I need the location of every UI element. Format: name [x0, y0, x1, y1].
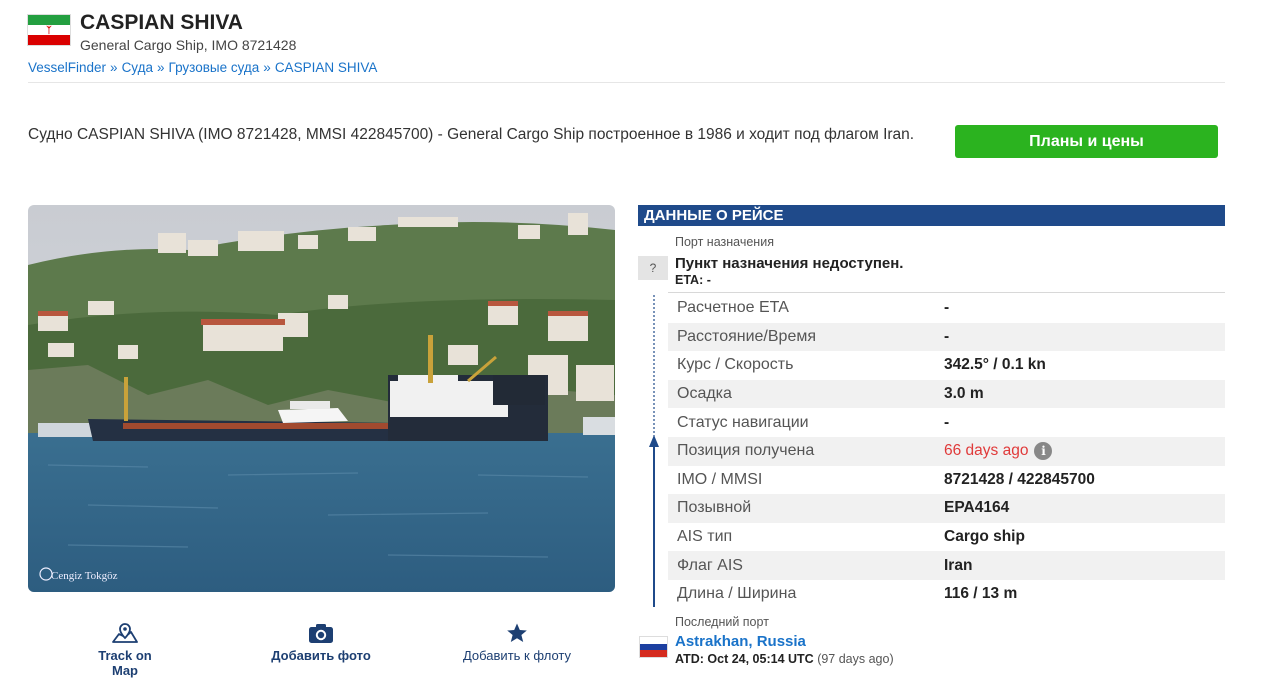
row-value: -	[944, 299, 950, 317]
destination-eta: ETA: -	[675, 273, 711, 287]
add-photo-button[interactable]: Добавить фото	[268, 622, 374, 663]
destination-value: Пункт назначения недоступен.	[675, 255, 904, 272]
row-key: Расчетное ETA	[677, 299, 789, 317]
flag-stripe-red	[640, 650, 667, 657]
russia-flag-icon	[639, 636, 668, 658]
table-row: Курс / Скорость 342.5° / 0.1 kn	[668, 351, 1225, 380]
info-icon[interactable]: i	[1034, 442, 1053, 461]
last-port-atd: ATD: Oct 24, 05:14 UTC (97 days ago)	[675, 652, 894, 666]
map-pin-icon	[112, 623, 138, 643]
destination-label: Порт назначения	[675, 235, 774, 249]
vessel-subtitle: General Cargo Ship, IMO 8721428	[80, 37, 297, 53]
row-key: Флаг AIS	[677, 556, 743, 574]
table-row: Статус навигации -	[668, 408, 1225, 437]
vessel-name: CASPIAN SHIVA	[80, 11, 243, 34]
table-row: Расчетное ETA -	[668, 294, 1225, 323]
last-port-label: Последний порт	[675, 615, 769, 629]
atd-time: ATD: Oct 24, 05:14 UTC	[675, 652, 814, 666]
flag-stripe-white	[640, 637, 667, 644]
add-photo-label: Добавить фото	[271, 648, 371, 663]
breadcrumb-link-cargo[interactable]: Грузовые суда	[169, 60, 260, 75]
position-received-value: 66 days ago i	[944, 442, 1053, 461]
vessel-photo[interactable]: Cengiz Tokgöz	[28, 205, 615, 592]
flag-stripe-green	[28, 15, 70, 25]
row-key: AIS тип	[677, 528, 733, 546]
row-value: 8721428 / 422845700	[944, 470, 1095, 488]
iran-flag-icon: ᛉ	[27, 14, 71, 46]
row-value: 116 / 13 m	[944, 585, 1018, 603]
breadcrumb-link-home[interactable]: VesselFinder	[28, 60, 106, 75]
vessel-photo-illustration	[28, 205, 615, 592]
row-key: IMO / MMSI	[677, 470, 763, 488]
add-to-fleet-label: Добавить к флоту	[462, 648, 572, 663]
breadcrumb-separator: »	[110, 60, 118, 75]
row-value: -	[944, 327, 950, 345]
table-row: AIS тип Cargo ship	[668, 523, 1225, 552]
row-key: Расстояние/Время	[677, 327, 816, 345]
breadcrumb-separator: »	[157, 60, 165, 75]
breadcrumb-link-ships[interactable]: Суда	[122, 60, 153, 75]
flag-stripe-red	[28, 35, 70, 45]
add-to-fleet-button[interactable]: Добавить к флоту	[456, 622, 578, 663]
atd-relative: (97 days ago)	[817, 652, 894, 666]
row-key: Длина / Ширина	[677, 585, 797, 603]
table-row: Позывной EPA4164	[668, 494, 1225, 523]
flag-stripe-blue	[640, 643, 667, 651]
row-value: Cargo ship	[944, 528, 1025, 546]
header-divider	[28, 82, 1225, 83]
photo-actions: Track on Map Добавить фото Добавить к фл…	[28, 622, 615, 678]
row-key: Позывной	[677, 499, 752, 517]
track-on-map-button[interactable]: Track on Map	[85, 622, 165, 678]
row-value: EPA4164	[944, 499, 1010, 517]
voyage-data-header: ДАННЫЕ О РЕЙСЕ	[638, 205, 1225, 226]
row-value: 3.0 m	[944, 385, 984, 403]
plans-and-prices-button[interactable]: Планы и цены	[955, 125, 1218, 158]
flag-emblem: ᛉ	[46, 24, 52, 35]
breadcrumb: VesselFinder» Суда» Грузовые суда» CASPIAN …	[28, 60, 377, 75]
table-row: Позиция получена 66 days ago i	[668, 436, 1225, 466]
row-key: Осадка	[677, 385, 732, 403]
voyage-timeline-arrow	[649, 295, 659, 607]
row-key: Курс / Скорость	[677, 356, 794, 374]
voyage-data-table: Расчетное ETA - Расстояние/Время - Курс / …	[668, 294, 1225, 609]
breadcrumb-link-vessel[interactable]: CASPIAN SHIVA	[275, 60, 378, 75]
star-icon	[507, 623, 527, 642]
position-received-text: 66 days ago	[944, 442, 1029, 460]
table-row: Длина / Ширина 116 / 13 m	[668, 580, 1225, 609]
row-value: Iran	[944, 556, 973, 574]
unknown-destination-badge: ?	[638, 256, 668, 280]
breadcrumb-separator: »	[263, 60, 271, 75]
row-value: -	[944, 413, 950, 431]
row-key: Статус навигации	[677, 413, 809, 431]
track-on-map-label: Track on Map	[98, 648, 152, 678]
destination-divider	[668, 292, 1225, 293]
table-row: Расстояние/Время -	[668, 322, 1225, 352]
table-row: Флаг AIS Iran	[668, 551, 1225, 580]
photo-credit-text: Cengiz Tokgöz	[51, 570, 118, 582]
table-row: IMO / MMSI 8721428 / 422845700	[668, 466, 1225, 495]
table-row: Осадка 3.0 m	[668, 379, 1225, 409]
last-port-link[interactable]: Astrakhan, Russia	[675, 633, 806, 650]
row-value: 342.5° / 0.1 kn	[944, 356, 1046, 374]
vessel-description: Судно CASPIAN SHIVA (IMO 8721428, MMSI 4…	[28, 126, 915, 143]
row-key: Позиция получена	[677, 442, 815, 460]
photo-credit: Cengiz Tokgöz	[40, 570, 118, 582]
camera-icon	[309, 624, 333, 643]
flag-stripe-white: ᛉ	[28, 24, 70, 35]
